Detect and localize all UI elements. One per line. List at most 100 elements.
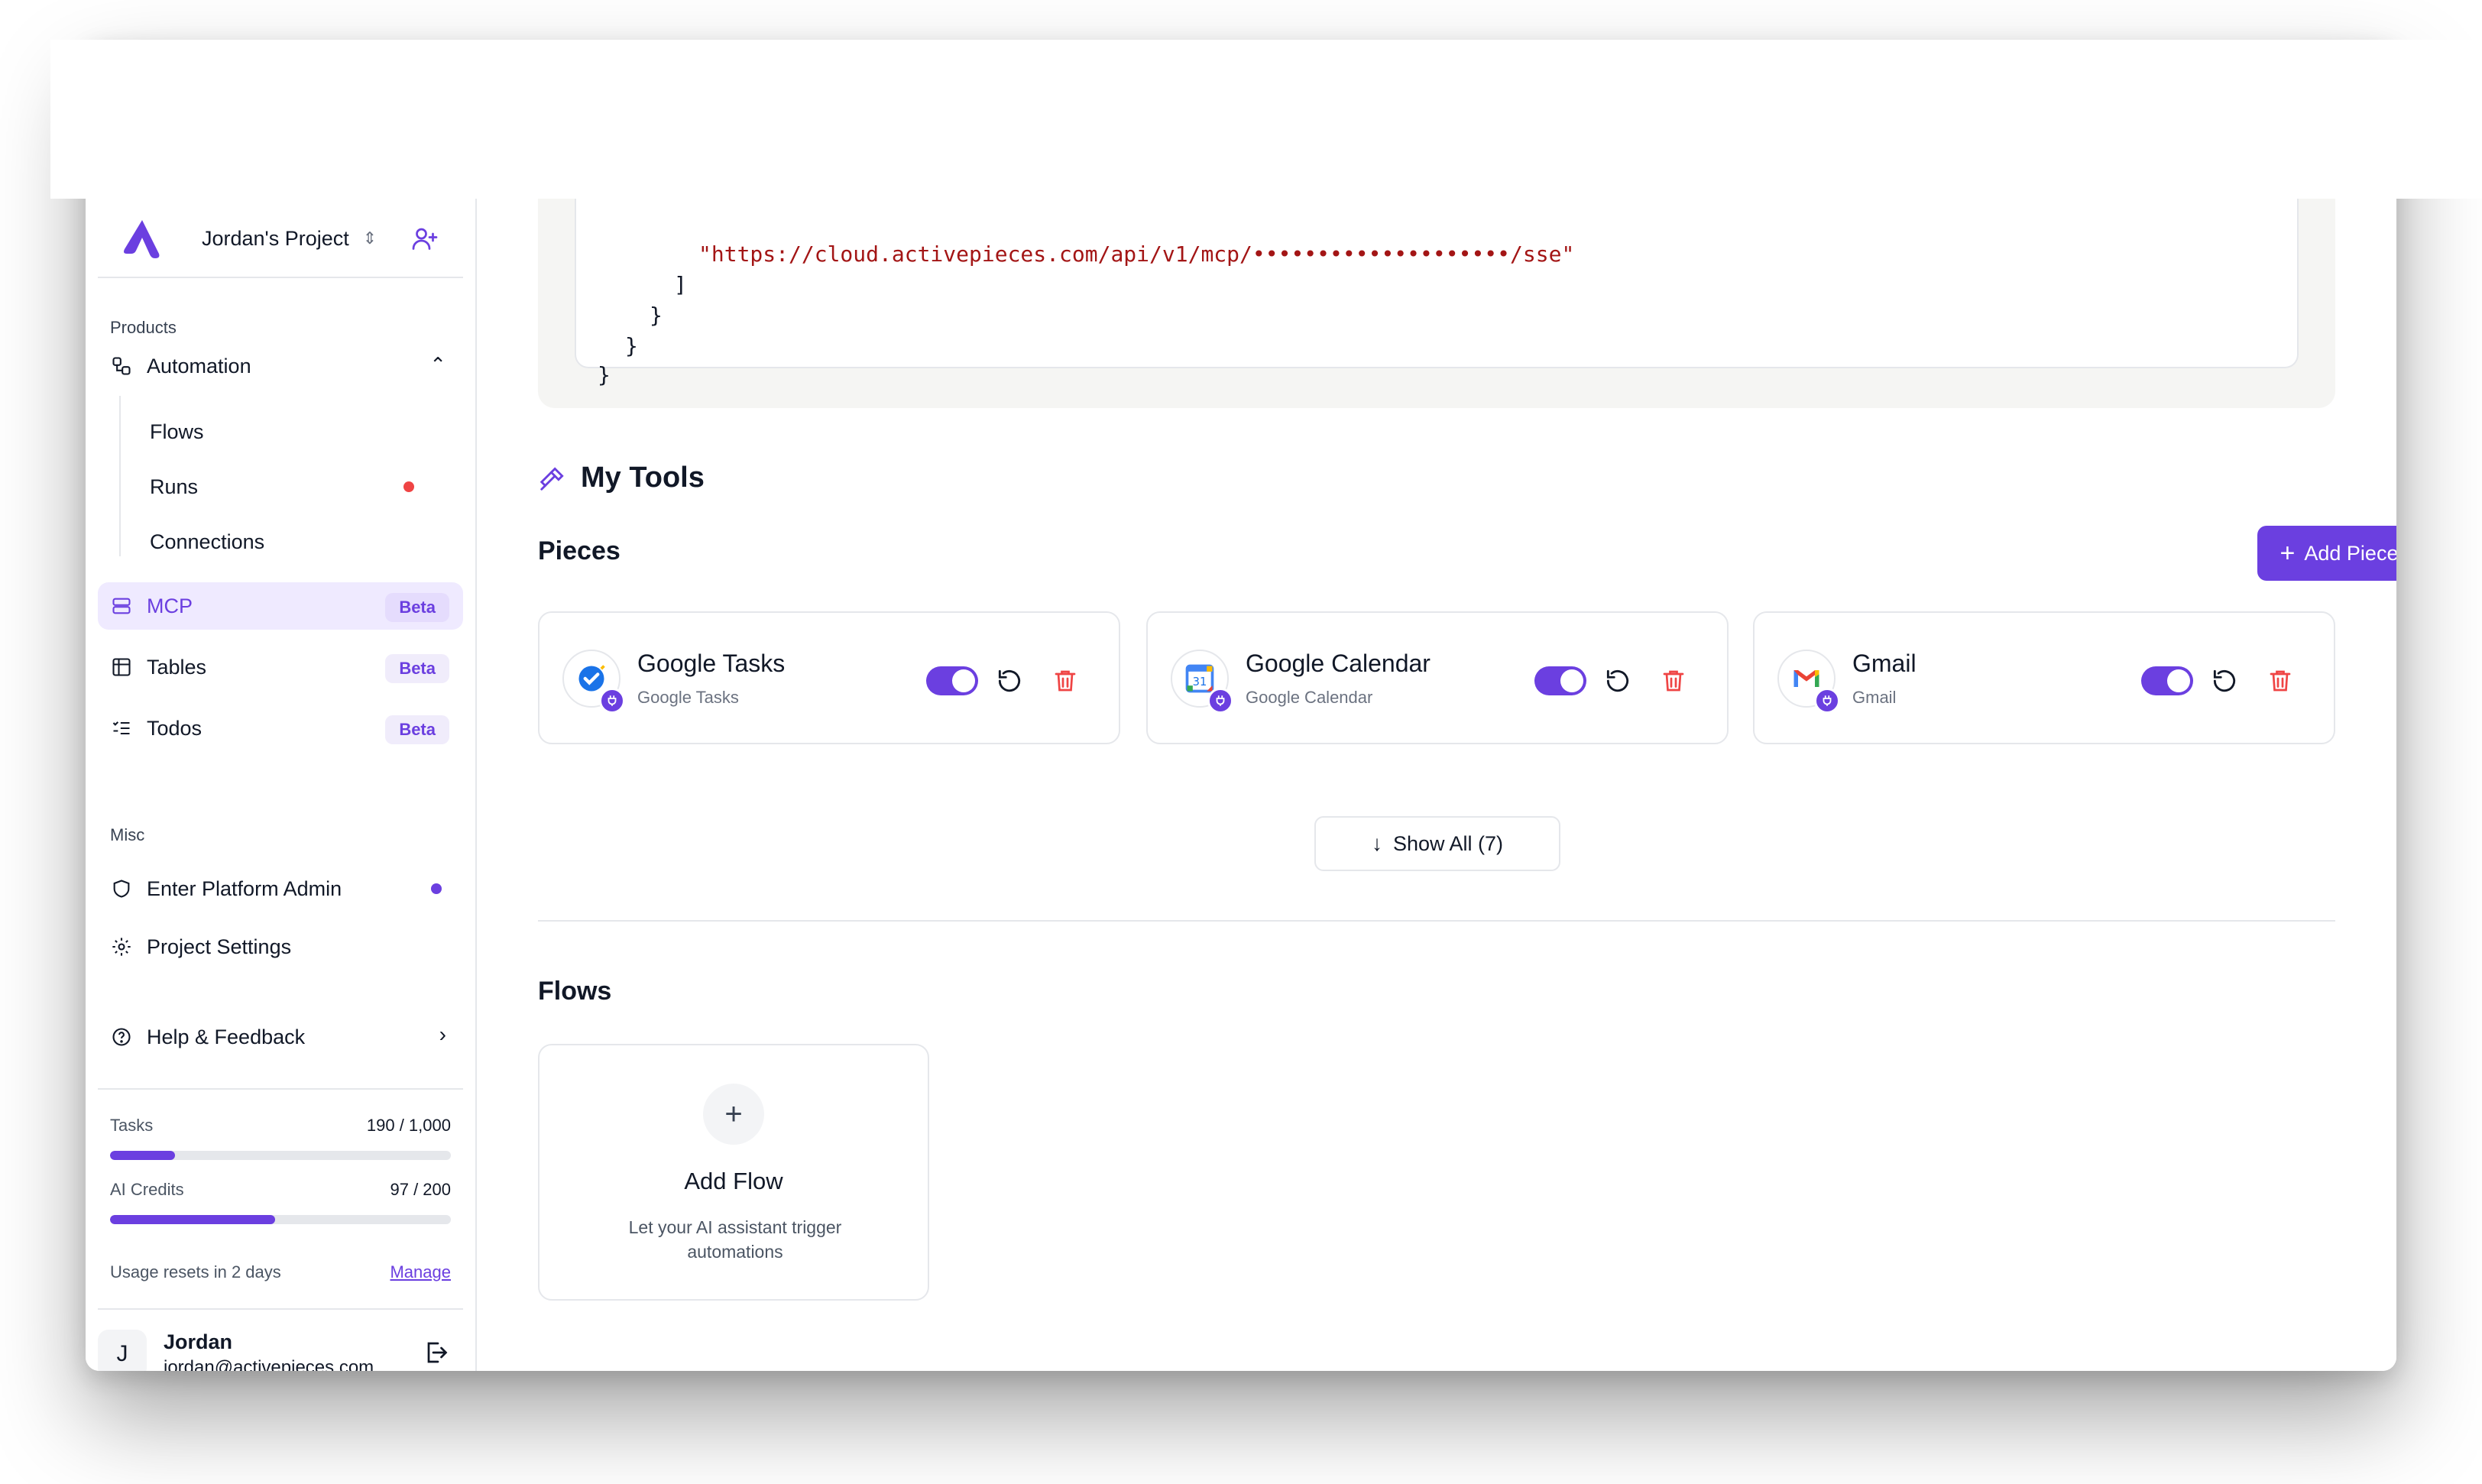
refresh-icon[interactable]	[2210, 666, 2239, 695]
trash-icon[interactable]	[1051, 666, 1079, 695]
nav-label: Help & Feedback	[147, 1025, 306, 1048]
runs-alert-dot	[403, 481, 414, 492]
nav-item-todos[interactable]: Todos Beta	[98, 705, 463, 752]
help-circle-icon	[110, 1026, 133, 1048]
add-flow-card[interactable]: + Add Flow Let your AI assistant trigger…	[538, 1044, 929, 1301]
project-name: Jordan's Project	[202, 226, 349, 250]
section-label-products: Products	[110, 318, 177, 337]
user-name: Jordan	[164, 1330, 233, 1353]
nav-item-help[interactable]: Help & Feedback ›	[98, 1013, 463, 1061]
section-label-misc: Misc	[110, 825, 145, 844]
arrow-down-icon: ↓	[1371, 831, 1382, 855]
sidebar-item-runs[interactable]: Runs	[150, 475, 198, 499]
plus-icon: +	[703, 1084, 764, 1145]
refresh-icon[interactable]	[995, 666, 1024, 695]
automation-icon	[110, 355, 133, 377]
piece-enabled-toggle[interactable]	[2141, 666, 2193, 695]
divider	[98, 1308, 463, 1310]
code-block: "https://cloud.activepieces.com/api/v1/m…	[575, 193, 2299, 387]
project-switcher[interactable]: Jordan's Project ⇕	[119, 208, 455, 269]
activepieces-logo	[124, 220, 160, 258]
plug-icon	[599, 688, 625, 714]
nav-item-automation[interactable]: Automation ⌃	[98, 342, 463, 390]
user-profile[interactable]: J Jordan jordan@activepieces.com	[98, 1324, 463, 1371]
tasks-value: 190 / 1,000	[366, 1116, 451, 1135]
main-content: "https://cloud.activepieces.com/api/v1/m…	[477, 40, 2396, 1371]
ai-credits-progress-bar	[110, 1215, 451, 1224]
checklist-icon	[110, 717, 133, 740]
add-piece-button[interactable]: + Add Piece	[2257, 526, 2396, 581]
sidebar-item-connections[interactable]: Connections	[150, 530, 264, 554]
tasks-progress-bar	[110, 1151, 451, 1160]
avatar: J	[98, 1330, 147, 1371]
code-url-line: "https://cloud.activepieces.com/api/v1/m…	[698, 241, 1575, 267]
piece-card-google-tasks[interactable]: Google Tasks Google Tasks	[538, 611, 1120, 744]
user-email: jordan@activepieces.com	[164, 1356, 374, 1372]
piece-enabled-toggle[interactable]	[926, 666, 978, 695]
code-line: ]	[674, 272, 687, 297]
pieces-title: Pieces	[538, 536, 620, 565]
plug-icon	[1207, 688, 1233, 714]
nav-item-tables[interactable]: Tables Beta	[98, 643, 463, 691]
nav-label: MCP	[147, 594, 193, 617]
trash-icon[interactable]	[1660, 666, 1687, 695]
logout-icon[interactable]	[422, 1339, 449, 1366]
show-all-label: Show All (7)	[1392, 831, 1504, 855]
code-line: }	[650, 303, 663, 328]
sidebar-item-flows[interactable]: Flows	[150, 420, 204, 444]
nav-item-project-settings[interactable]: Project Settings	[98, 923, 463, 970]
toggle-knob	[1560, 669, 1583, 692]
piece-enabled-toggle[interactable]	[1534, 666, 1586, 695]
refresh-icon[interactable]	[1603, 666, 1632, 695]
tasks-label: Tasks	[110, 1116, 154, 1135]
svg-text:31: 31	[1193, 676, 1207, 689]
usage-reset-text: Usage resets in 2 days	[110, 1262, 281, 1281]
hammer-icon	[539, 466, 564, 491]
piece-card-google-calendar[interactable]: 31 Google Calendar Google Calendar	[1146, 611, 1729, 744]
nav-item-mcp[interactable]: MCP Beta	[98, 582, 463, 630]
code-line: }	[598, 362, 611, 387]
app-window: Jordan's Project ⇕ Products Automation ⌃…	[86, 40, 2396, 1371]
piece-title: Gmail	[1852, 650, 1917, 677]
add-flow-description: Let your AI assistant trigger automation…	[628, 1217, 842, 1262]
chevron-up-icon[interactable]: ⌃	[429, 353, 446, 377]
flows-title: Flows	[538, 977, 612, 1006]
config-code-panel: "https://cloud.activepieces.com/api/v1/m…	[538, 193, 2335, 408]
nav-label: Automation	[147, 354, 251, 377]
ai-credits-label: AI Credits	[110, 1180, 184, 1199]
table-icon	[110, 656, 133, 679]
chevron-updown-icon: ⇕	[362, 228, 377, 248]
divider	[98, 277, 463, 278]
plug-icon	[1814, 688, 1840, 714]
chevron-right-icon: ›	[439, 1022, 446, 1046]
sub-nav-line	[119, 396, 121, 556]
beta-badge: Beta	[385, 715, 449, 744]
nav-item-platform-admin[interactable]: Enter Platform Admin	[98, 865, 463, 912]
ai-credits-value: 97 / 200	[390, 1180, 451, 1199]
piece-card-gmail[interactable]: Gmail Gmail	[1753, 611, 2335, 744]
code-line: }	[625, 333, 638, 358]
my-tools-title: My Tools	[581, 462, 705, 494]
ai-credits-progress-fill	[110, 1215, 276, 1224]
divider	[98, 1088, 463, 1090]
shield-icon	[110, 877, 133, 900]
toggle-knob	[952, 669, 975, 692]
divider	[538, 920, 2335, 922]
gear-icon	[110, 935, 133, 958]
tasks-progress-fill	[110, 1151, 175, 1160]
plus-icon: +	[2279, 539, 2296, 568]
trash-icon[interactable]	[2267, 666, 2294, 695]
add-user-icon[interactable]	[411, 225, 439, 252]
nav-label: Todos	[147, 716, 203, 740]
beta-badge: Beta	[385, 654, 449, 683]
nav-label: Tables	[147, 655, 207, 679]
show-all-button[interactable]: ↓ Show All (7)	[1314, 816, 1560, 871]
blank-header-area	[50, 40, 2482, 199]
piece-subtitle: Gmail	[1852, 688, 1897, 707]
piece-title: Google Tasks	[637, 650, 786, 677]
platform-admin-dot	[431, 883, 442, 894]
my-tools-heading: My Tools	[538, 462, 705, 494]
piece-subtitle: Google Calendar	[1246, 688, 1373, 707]
toggle-knob	[2167, 669, 2190, 692]
manage-link[interactable]: Manage	[390, 1262, 451, 1282]
